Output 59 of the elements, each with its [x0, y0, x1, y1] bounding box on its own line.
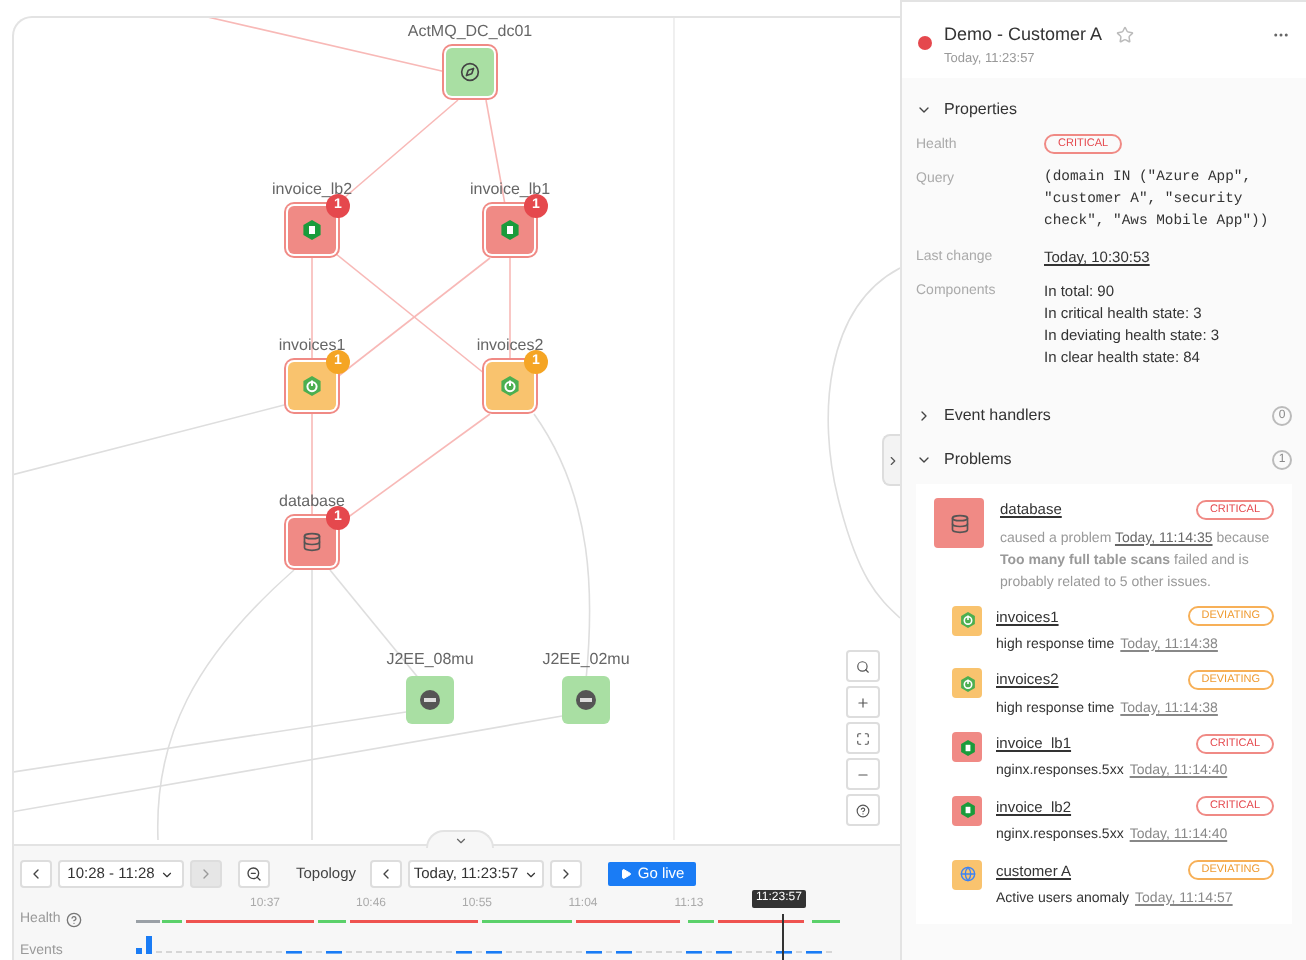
hexagon-icon: [302, 220, 322, 240]
fit-icon: [856, 731, 870, 745]
section-header[interactable]: Properties: [916, 94, 1292, 127]
service-node[interactable]: [486, 362, 534, 410]
node-label: invoice_lb1: [469, 180, 551, 198]
service-node[interactable]: [562, 676, 610, 724]
database-icon: [302, 532, 322, 552]
chevron-right-icon: [885, 453, 899, 467]
disc-icon: [576, 690, 596, 710]
zoom-out-button[interactable]: [238, 860, 270, 888]
previous-button[interactable]: [20, 860, 52, 888]
power-icon: [500, 376, 520, 396]
globe-icon: [959, 866, 975, 882]
star-icon[interactable]: [1116, 26, 1135, 45]
service-node[interactable]: [446, 48, 494, 96]
service-node[interactable]: [288, 362, 336, 410]
compass-icon: [460, 62, 480, 82]
node-label: ActMQ_DC_dc01: [407, 22, 533, 42]
node-label: database: [279, 492, 345, 510]
node-label: J2EE_08mu: [386, 650, 474, 670]
service-node[interactable]: [406, 676, 454, 724]
node-label: invoices1: [278, 336, 346, 354]
caret-icon: [160, 867, 175, 881]
service-node[interactable]: [486, 206, 534, 254]
section-title: Event handlers: [944, 404, 1053, 429]
zoom-out-icon: [246, 866, 262, 882]
chevron-left-icon: [28, 866, 44, 882]
node-label: invoices2: [476, 336, 544, 354]
panel-title: Demo - Customer A: [944, 22, 1103, 48]
node-label: J2EE_02mu: [542, 650, 630, 670]
service-node[interactable]: [288, 518, 336, 566]
chevron-down-icon: [453, 833, 467, 847]
hexagon-icon: [959, 739, 975, 755]
help-icon: [856, 803, 870, 817]
zoom-in-button[interactable]: [846, 686, 880, 718]
chevron-icon: [916, 408, 932, 425]
plus-icon: [856, 695, 870, 709]
next-button[interactable]: [550, 860, 583, 888]
hexagon-icon: [959, 802, 975, 819]
help-icon: [66, 912, 83, 929]
database-icon: [949, 513, 969, 534]
power-icon: [959, 675, 975, 692]
chevron-right-icon: [198, 866, 214, 882]
power-icon: [959, 612, 975, 628]
section-title: Problems: [944, 448, 1014, 473]
time-cursor: [782, 914, 784, 960]
service-node[interactable]: [288, 206, 336, 254]
node-label: invoice_lb2: [271, 180, 353, 198]
help-button[interactable]: [846, 794, 880, 826]
section-title: Properties: [944, 98, 1019, 123]
fit-button[interactable]: [846, 722, 880, 754]
search-button[interactable]: [846, 650, 880, 682]
power-icon: [302, 376, 322, 396]
search-icon: [856, 659, 870, 673]
hexagon-icon: [500, 220, 520, 240]
disc-icon: [420, 690, 440, 710]
caret-icon: [524, 867, 539, 881]
play-icon: [619, 868, 632, 880]
previous-button[interactable]: [370, 860, 403, 888]
